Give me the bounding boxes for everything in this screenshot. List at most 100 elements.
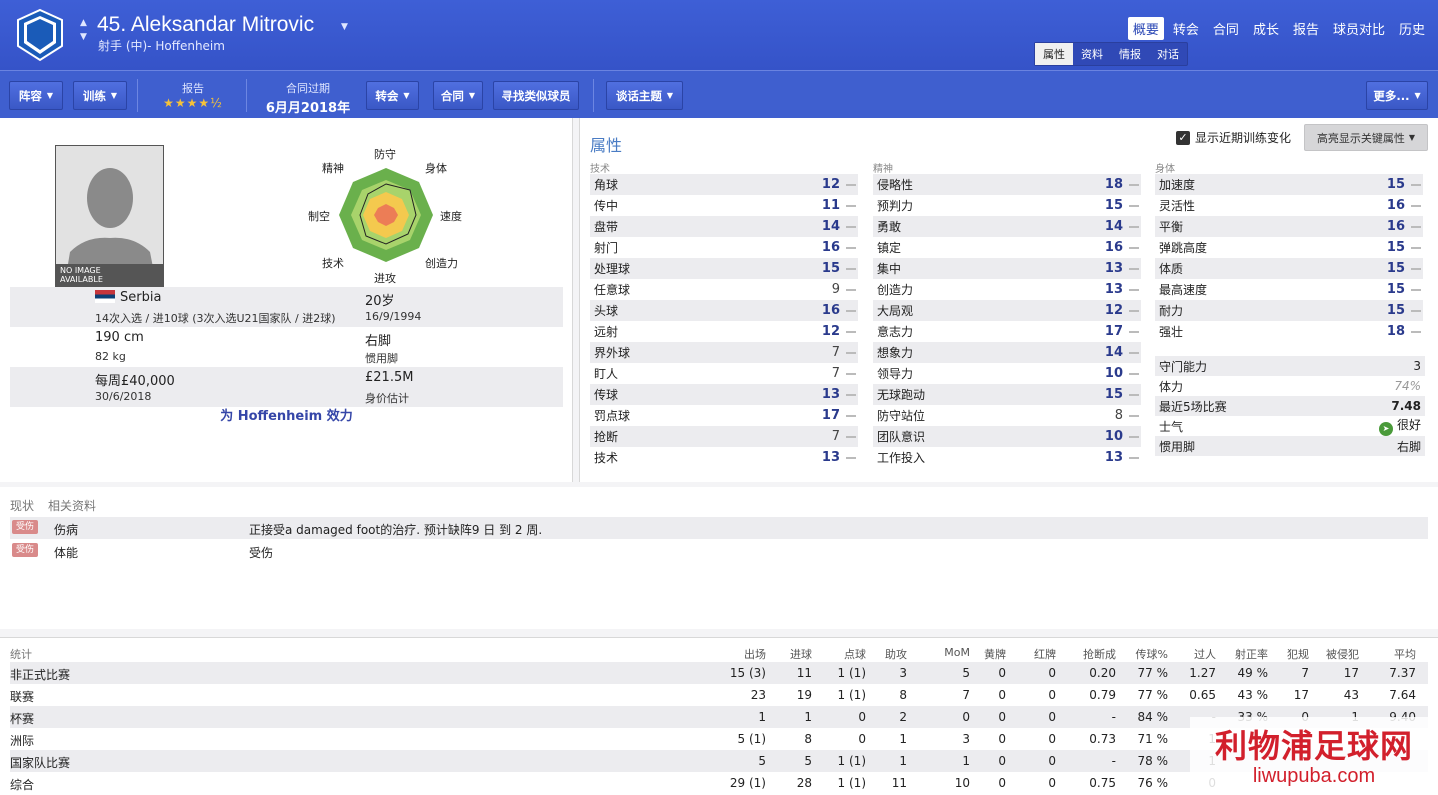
nationality[interactable]: Serbia: [95, 290, 161, 305]
stats-column-header[interactable]: MoM: [944, 646, 970, 659]
stats-column-header[interactable]: 犯规: [1287, 646, 1309, 662]
stats-column-header[interactable]: 过人: [1194, 646, 1216, 662]
preferred-foot: 右脚: [365, 334, 392, 349]
subtab-profile[interactable]: 资料: [1073, 43, 1111, 65]
attribute-row[interactable]: 耐力 15: [1155, 300, 1423, 321]
training-changes-toggle[interactable]: ✓ 显示近期训练变化: [1176, 129, 1291, 146]
highlight-key-attributes-button[interactable]: 高亮显示关键属性 ▼: [1304, 124, 1428, 151]
tab-related[interactable]: 相关资料: [48, 499, 96, 513]
attribute-row[interactable]: 盯人 7: [590, 363, 858, 384]
stats-column-header[interactable]: 平均: [1394, 646, 1416, 662]
tab-transfer[interactable]: 转会: [1168, 17, 1204, 40]
tab-reports[interactable]: 报告: [1288, 17, 1324, 40]
attribute-row[interactable]: 镇定 16: [873, 237, 1141, 258]
attribute-row[interactable]: 任意球 9: [590, 279, 858, 300]
attribute-row[interactable]: 头球 16: [590, 300, 858, 321]
tab-status[interactable]: 现状: [10, 499, 34, 513]
attribute-name: 领导力: [877, 367, 914, 381]
subtab-conversation[interactable]: 对话: [1149, 43, 1187, 65]
contract-button[interactable]: 合同 ▼: [433, 81, 483, 110]
attribute-row[interactable]: 传中 11: [590, 195, 858, 216]
stats-column-header[interactable]: 传球%: [1136, 646, 1168, 662]
attribute-row[interactable]: 角球 12: [590, 174, 858, 195]
tab-compare[interactable]: 球员对比: [1328, 17, 1390, 40]
find-similar-button[interactable]: 寻找类似球员: [493, 81, 579, 110]
player-switch-arrows-icon[interactable]: ▲ ▼: [80, 16, 92, 44]
attribute-row[interactable]: 意志力 17: [873, 321, 1141, 342]
attribute-name: 灵活性: [1159, 199, 1196, 213]
attribute-row[interactable]: 平衡 16: [1155, 216, 1423, 237]
stats-cell: 1 (1): [837, 776, 866, 790]
stats-cell: 29 (1): [729, 776, 766, 790]
stats-row: 联赛 23 19 1 (1) 8 7 0 0 0.79 77 % 0.65 43 % 17 43 7.64: [10, 684, 1428, 706]
stats-column-header[interactable]: 抢断成: [1083, 646, 1116, 662]
stats-cell: 49 %: [1237, 666, 1269, 680]
attribute-row[interactable]: 最高速度 15: [1155, 279, 1423, 300]
attribute-row[interactable]: 想象力 14: [873, 342, 1141, 363]
attribute-value: 17: [821, 408, 840, 423]
attribute-row[interactable]: 集中 13: [873, 258, 1141, 279]
attribute-row[interactable]: 强壮 18: [1155, 321, 1423, 342]
tab-history[interactable]: 历史: [1394, 17, 1430, 40]
attribute-row[interactable]: 侵略性 18: [873, 174, 1141, 195]
extra-value: ➤ 很好: [1378, 416, 1421, 436]
attribute-row[interactable]: 防守站位 8: [873, 405, 1141, 426]
attribute-value: 9: [831, 282, 840, 297]
extra-value-text: 很好: [1396, 418, 1421, 432]
extra-value-text: 74%: [1394, 379, 1421, 393]
chevron-down-icon: ▼: [468, 91, 476, 100]
title-dropdown-icon[interactable]: ▼: [341, 22, 348, 32]
talk-button[interactable]: 谈话主题 ▼: [606, 81, 683, 110]
status-name: 体能: [54, 546, 79, 560]
attribute-row[interactable]: 技术 13: [590, 447, 858, 468]
attribute-row[interactable]: 大局观 12: [873, 300, 1141, 321]
stats-cell: 1: [758, 710, 766, 724]
attribute-row[interactable]: 灵活性 16: [1155, 195, 1423, 216]
attribute-row[interactable]: 射门 16: [590, 237, 858, 258]
attribute-row[interactable]: 界外球 7: [590, 342, 858, 363]
subtab-attributes[interactable]: 属性: [1035, 43, 1073, 65]
chevron-down-icon: ▼: [666, 91, 674, 100]
attribute-row[interactable]: 团队意识 10: [873, 426, 1141, 447]
stats-column-header[interactable]: 被侵犯: [1326, 646, 1359, 662]
no-image-text: NO IMAGE AVAILABLE: [60, 266, 103, 284]
attribute-row[interactable]: 勇敢 14: [873, 216, 1141, 237]
attribute-name: 镇定: [877, 241, 902, 255]
attribute-row[interactable]: 预判力 15: [873, 195, 1141, 216]
more-button[interactable]: 更多... ▼: [1366, 81, 1428, 110]
subtab-scouting[interactable]: 情报: [1111, 43, 1149, 65]
stats-column-header[interactable]: 黄牌: [984, 646, 1006, 662]
stats-row: 非正式比赛 15 (3) 11 1 (1) 3 5 0 0 0.20 77 % 1.27 49 % 7 1…: [10, 662, 1428, 684]
squad-button[interactable]: 阵容 ▼: [9, 81, 63, 110]
attribute-row[interactable]: 传球 13: [590, 384, 858, 405]
trend-dash-icon: [1129, 205, 1139, 207]
extra-value: 3: [1413, 359, 1421, 373]
stats-column-header[interactable]: 进球: [790, 646, 812, 662]
report-summary[interactable]: 报告 ★★★★½: [150, 80, 236, 110]
attribute-row[interactable]: 抢断 7: [590, 426, 858, 447]
extra-value: 右脚: [1397, 438, 1421, 455]
stats-column-header[interactable]: 助攻: [885, 646, 907, 662]
stats-column-header[interactable]: 点球: [844, 646, 866, 662]
attribute-row[interactable]: 领导力 10: [873, 363, 1141, 384]
attribute-row[interactable]: 盘带 14: [590, 216, 858, 237]
checkbox-checked-icon[interactable]: ✓: [1176, 130, 1190, 145]
attribute-row[interactable]: 无球跑动 15: [873, 384, 1141, 405]
attribute-row[interactable]: 体质 15: [1155, 258, 1423, 279]
stats-column-header[interactable]: 出场: [744, 646, 766, 662]
attribute-row[interactable]: 加速度 15: [1155, 174, 1423, 195]
attribute-row[interactable]: 工作投入 13: [873, 447, 1141, 468]
attribute-row[interactable]: 创造力 13: [873, 279, 1141, 300]
attribute-row[interactable]: 弹跳高度 15: [1155, 237, 1423, 258]
training-button[interactable]: 训练 ▼: [73, 81, 127, 110]
stats-column-header[interactable]: 射正率: [1235, 646, 1268, 662]
attribute-row[interactable]: 远射 12: [590, 321, 858, 342]
attribute-row[interactable]: 处理球 15: [590, 258, 858, 279]
tab-development[interactable]: 成长: [1248, 17, 1284, 40]
attribute-row[interactable]: 罚点球 17: [590, 405, 858, 426]
tab-contract[interactable]: 合同: [1208, 17, 1244, 40]
transfer-button[interactable]: 转会 ▼: [366, 81, 419, 110]
plays-for-link[interactable]: 为 Hoffenheim 效力: [0, 405, 573, 424]
stats-column-header[interactable]: 红牌: [1034, 646, 1056, 662]
tab-overview[interactable]: 概要: [1127, 17, 1164, 40]
